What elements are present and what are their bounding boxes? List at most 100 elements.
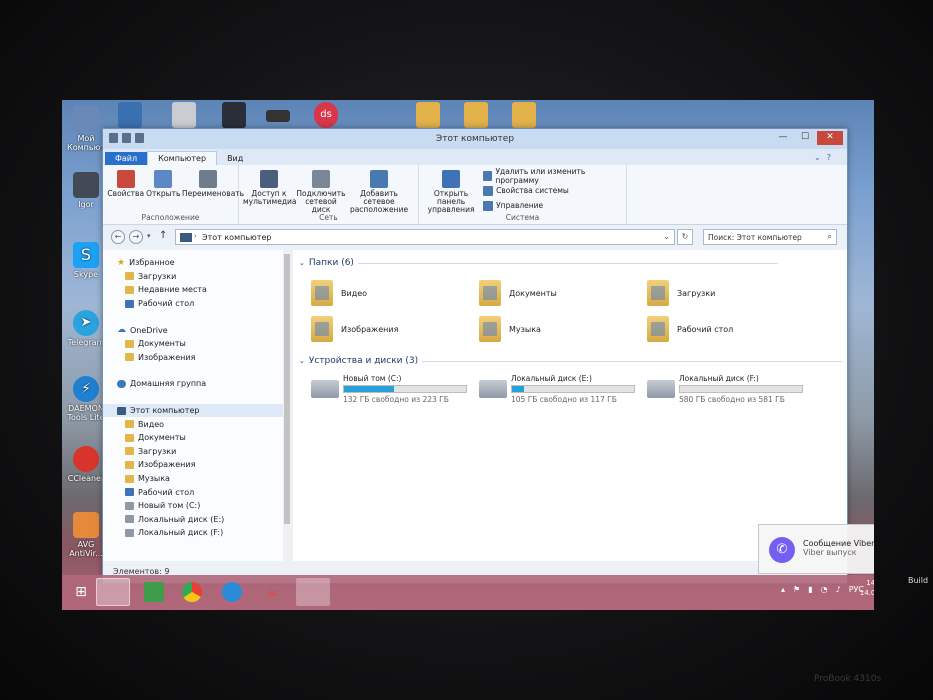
system-properties-label: Свойства системы: [496, 186, 569, 195]
address-path[interactable]: › Этот компьютер ⌄: [175, 229, 675, 245]
flag-icon[interactable]: ⚑: [793, 585, 800, 594]
folder-desktop[interactable]: Рабочий стол: [647, 316, 733, 342]
refresh-button[interactable]: ↻: [677, 229, 693, 245]
folder-icon[interactable]: [512, 102, 536, 128]
battery-icon[interactable]: ▮: [808, 585, 812, 594]
file-explorer-icon[interactable]: [96, 578, 130, 606]
nav-onedrive[interactable]: ☁ OneDrive: [103, 323, 291, 337]
drive-free-space: 580 ГБ свободно из 581 ГБ: [679, 395, 785, 404]
desktop-top-icon[interactable]: [266, 110, 290, 122]
network-icon[interactable]: ◔: [821, 585, 828, 594]
folder-music[interactable]: Музыка: [479, 316, 541, 342]
viber-notification[interactable]: ✆ Сообщение Viber Viber выпуск ⚙: [758, 524, 874, 574]
telegram-icon: ➤: [73, 310, 99, 336]
nav-item-downloads[interactable]: Загрузки: [103, 270, 291, 284]
folder-icon: [479, 316, 501, 342]
nav-item-downloads[interactable]: Загрузки: [103, 445, 291, 459]
back-button[interactable]: ←: [111, 230, 125, 244]
utorrent-icon[interactable]: [296, 578, 330, 606]
drive-e[interactable]: Локальный диск (E:) 105 ГБ свободно из 1…: [479, 374, 635, 404]
drive-icon: [125, 528, 134, 537]
nav-label: Рабочий стол: [138, 487, 195, 497]
help-icon[interactable]: ?: [827, 153, 831, 162]
ribbon-help-area: ⌄ ?: [804, 151, 841, 164]
ds-app-icon[interactable]: ds: [314, 102, 338, 128]
folder-icon[interactable]: [464, 102, 488, 128]
drive-icon: [479, 380, 507, 398]
viber-icon: ✆: [769, 537, 795, 563]
nav-item-drive-e[interactable]: Локальный диск (E:): [103, 513, 291, 527]
recent-locations-icon[interactable]: ▾: [147, 232, 151, 240]
nav-item-music[interactable]: Музыка: [103, 472, 291, 486]
search-input[interactable]: Поиск: Этот компьютер ⌕: [703, 229, 837, 245]
nav-item-drive-c[interactable]: Новый том (C:): [103, 499, 291, 513]
forward-button[interactable]: →: [129, 230, 143, 244]
folder-icon[interactable]: [416, 102, 440, 128]
explorer-window: Этот компьютер — ☐ ✕ Файл Компьютер Вид …: [102, 128, 848, 584]
nav-item-drive-f[interactable]: Локальный диск (F:): [103, 526, 291, 540]
clock[interactable]: 14:2 14.02.: [860, 578, 874, 598]
nav-item-documents[interactable]: Документы: [103, 431, 291, 445]
ribbon-group-title: Расположение: [141, 213, 200, 222]
nav-item-onedrive-pictures[interactable]: Изображения: [103, 351, 291, 365]
build-watermark: Build: [908, 576, 929, 585]
tab-computer[interactable]: Компьютер: [147, 151, 218, 165]
drive-name: Локальный диск (F:): [679, 374, 759, 383]
nav-this-pc[interactable]: Этот компьютер: [103, 403, 291, 418]
nav-item-pictures[interactable]: Изображения: [103, 458, 291, 472]
tab-file[interactable]: Файл: [105, 152, 148, 165]
avg-icon: [73, 512, 99, 538]
drives-section-header[interactable]: ⌄ Устройства и диски (3): [299, 356, 843, 366]
folder-downloads[interactable]: Загрузки: [647, 280, 715, 306]
volume-icon[interactable]: ♪: [836, 585, 841, 594]
desktop-top-icon[interactable]: [222, 102, 246, 128]
folder-documents[interactable]: Документы: [479, 280, 557, 306]
drive-c[interactable]: Новый том (C:) 132 ГБ свободно из 223 ГБ: [311, 374, 467, 404]
chrome-icon[interactable]: [182, 582, 202, 602]
close-button[interactable]: ✕: [817, 131, 843, 145]
nav-item-recent[interactable]: Недавние места: [103, 283, 291, 297]
folder-pictures[interactable]: Изображения: [311, 316, 398, 342]
edge-icon[interactable]: [222, 582, 242, 602]
nav-scrollbar[interactable]: [283, 250, 291, 561]
folder-label: Документы: [509, 288, 557, 298]
section-title: Папки (6): [308, 258, 354, 268]
windows-start-icon[interactable]: ⊞: [64, 578, 98, 606]
chevron-down-icon[interactable]: ⌄: [663, 232, 670, 241]
up-arrow-icon[interactable]: ↑: [159, 230, 167, 241]
chevron-down-icon[interactable]: ⌄: [814, 153, 821, 162]
java-icon[interactable]: ☕: [262, 582, 282, 602]
nav-item-desktop[interactable]: Рабочий стол: [103, 297, 291, 311]
folders-section-header[interactable]: ⌄ Папки (6): [299, 258, 778, 268]
nav-label: Локальный диск (E:): [138, 514, 225, 524]
folder-icon: [311, 280, 333, 306]
nav-item-onedrive-documents[interactable]: Документы: [103, 337, 291, 351]
desktop-top-icon[interactable]: [118, 102, 142, 128]
maximize-button[interactable]: ☐: [795, 131, 815, 145]
folder-videos[interactable]: Видео: [311, 280, 367, 306]
homegroup-icon: [117, 379, 126, 388]
title-bar[interactable]: Этот компьютер — ☐ ✕: [103, 129, 847, 149]
tab-view[interactable]: Вид: [217, 152, 253, 165]
nav-item-desktop[interactable]: Рабочий стол: [103, 485, 291, 499]
drive-f[interactable]: Локальный диск (F:) 580 ГБ свободно из 5…: [647, 374, 803, 404]
scrollbar-thumb[interactable]: [284, 254, 290, 524]
taskbar: ⊞ ☕ ▴ ⚑ ▮ ◔ ♪ РУС 14:2 14.02.: [62, 575, 874, 610]
nav-favorites[interactable]: ★ Избранное: [103, 256, 291, 270]
address-bar-row: ← → ▾ ↑ › Этот компьютер ⌄ ↻ Поиск: Этот…: [103, 225, 847, 249]
uninstall-program-button[interactable]: Удалить или изменить программу: [483, 167, 622, 185]
manage-button[interactable]: Управление: [483, 198, 622, 213]
nav-label: Домашняя группа: [130, 379, 207, 389]
tray-up-arrow-icon[interactable]: ▴: [781, 585, 785, 594]
drive-usage-fill: [344, 386, 395, 392]
desktop-top-icon[interactable]: [172, 102, 196, 128]
nav-item-videos[interactable]: Видео: [103, 417, 291, 431]
minimize-button[interactable]: —: [773, 131, 793, 145]
content-pane: ⌄ Папки (6) Видео Документы Загрузки Изо…: [293, 250, 847, 561]
nav-label: OneDrive: [130, 325, 168, 335]
store-icon[interactable]: [144, 582, 164, 602]
drive-name: Новый том (C:): [343, 374, 402, 383]
nav-homegroup[interactable]: Домашняя группа: [103, 377, 291, 391]
system-properties-button[interactable]: Свойства системы: [483, 183, 622, 198]
search-icon: ⌕: [827, 232, 832, 241]
